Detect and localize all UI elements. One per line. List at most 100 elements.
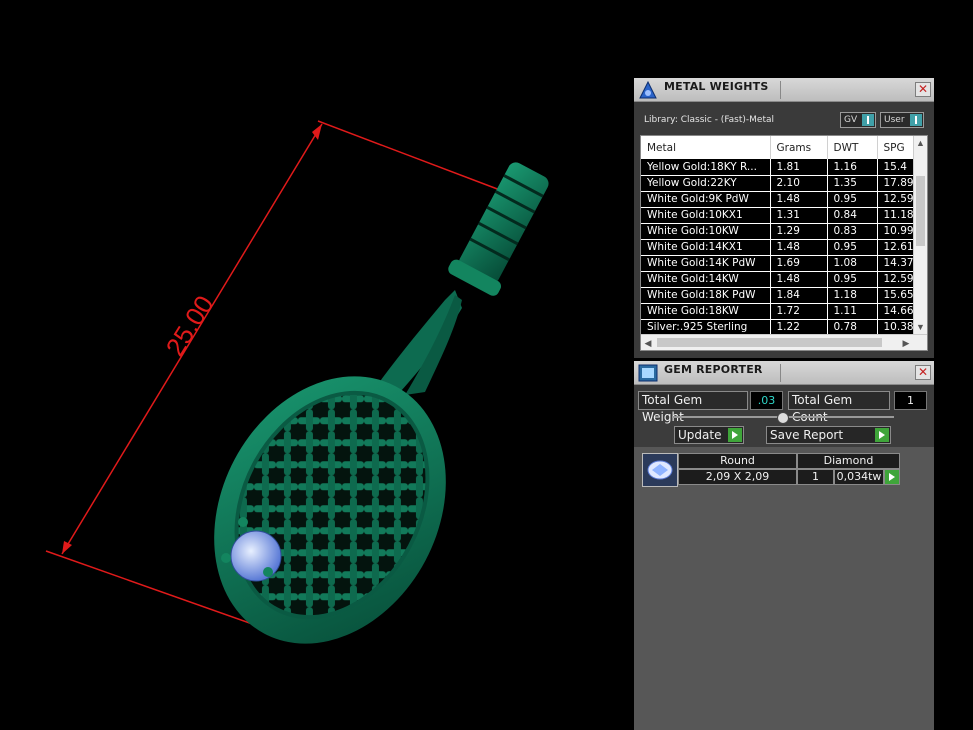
grams-cell: 1.69 (770, 255, 828, 272)
grams-cell: 1.22 (770, 319, 828, 336)
scroll-thumb[interactable] (657, 338, 882, 347)
dwt-cell: 1.18 (827, 287, 878, 304)
grams-cell: 1.48 (770, 191, 828, 208)
total-gem-weight-value: .03 (750, 391, 783, 410)
table-row[interactable]: White Gold:9K PdW 1.48 0.95 12.59 (641, 191, 916, 208)
grams-cell: 2.10 (770, 175, 828, 192)
dwt-cell: 0.78 (827, 319, 878, 336)
metal-name-cell: Yellow Gold:18KY R... (641, 159, 771, 176)
table-row[interactable]: Yellow Gold:18KY R... 1.81 1.16 15.4 (641, 159, 916, 176)
metal-name-cell: White Gold:14KW (641, 271, 771, 288)
metal-table[interactable]: Metal Grams DWT SPG Yellow Gold:18KY R..… (640, 135, 928, 351)
scroll-right-icon[interactable]: ▶ (899, 336, 913, 350)
grams-cell: 1.81 (770, 159, 828, 176)
metal-weights-titlebar[interactable]: METAL WEIGHTS ✕ (634, 78, 934, 102)
column-header-spg[interactable]: SPG (877, 136, 916, 159)
column-header-dwt[interactable]: DWT (827, 136, 878, 159)
library-label: Library: Classic - (Fast)-Metal (644, 115, 775, 125)
dwt-cell: 0.84 (827, 207, 878, 224)
dwt-cell: 0.83 (827, 223, 878, 240)
spg-cell: 12.59 (877, 191, 916, 208)
table-row[interactable]: Silver:.925 Sterling 1.22 0.78 10.38 (641, 319, 916, 336)
title-separator (780, 364, 781, 382)
gv-toggle-label: GV (844, 115, 858, 125)
slider-handle[interactable] (777, 412, 789, 424)
dwt-cell: 0.95 (827, 239, 878, 256)
table-row[interactable]: White Gold:14KW 1.48 0.95 12.59 (641, 271, 916, 288)
gem-reporter-titlebar[interactable]: GEM REPORTER ✕ (634, 361, 934, 385)
dimension-value: 25.00 (160, 290, 220, 361)
metal-weights-panel: METAL WEIGHTS ✕ Library: Classic - (Fast… (634, 78, 934, 358)
table-row[interactable]: Yellow Gold:22KY 2.10 1.35 17.89 (641, 175, 916, 192)
gem-material: Diamond (797, 453, 900, 469)
gem-reporter-panel: GEM REPORTER ✕ Total Gem Weight .03 Tota… (634, 361, 934, 730)
dwt-cell: 1.11 (827, 303, 878, 320)
table-row[interactable]: White Gold:18K PdW 1.84 1.18 15.65 (641, 287, 916, 304)
3d-viewport[interactable]: 25.00 (0, 0, 630, 730)
spg-cell: 10.99 (877, 223, 916, 240)
save-report-button[interactable]: Save Report (766, 426, 891, 444)
metal-name-cell: White Gold:18KW (641, 303, 771, 320)
gem-weight: 0,034tw (834, 469, 884, 485)
gem-detail-button[interactable] (884, 469, 900, 485)
play-icon (885, 470, 899, 484)
round-gem-icon (642, 453, 678, 487)
close-icon[interactable]: ✕ (915, 365, 931, 380)
scroll-thumb[interactable] (916, 176, 925, 246)
flask-icon (639, 80, 657, 99)
grams-cell: 1.29 (770, 223, 828, 240)
spg-cell: 11.18 (877, 207, 916, 224)
metal-name-cell: White Gold:14KX1 (641, 239, 771, 256)
dwt-cell: 0.95 (827, 191, 878, 208)
gem-shape: Round (678, 453, 797, 469)
column-header-metal[interactable]: Metal (641, 136, 771, 159)
spg-cell: 17.89 (877, 175, 916, 192)
metal-name-cell: White Gold:10KW (641, 223, 771, 240)
gem-count: 1 (797, 469, 834, 485)
metal-name-cell: Silver:.925 Sterling (641, 319, 771, 336)
horizontal-scrollbar[interactable]: ◀ ▶ (641, 334, 927, 350)
user-toggle[interactable]: User (880, 112, 924, 128)
spg-cell: 14.66 (877, 303, 916, 320)
grams-cell: 1.31 (770, 207, 828, 224)
toggle-knob (862, 114, 874, 126)
metal-name-cell: White Gold:14K PdW (641, 255, 771, 272)
metal-name-cell: White Gold:9K PdW (641, 191, 771, 208)
metal-weights-title: METAL WEIGHTS (664, 80, 769, 93)
title-separator (780, 81, 781, 99)
dwt-cell: 1.08 (827, 255, 878, 272)
gv-toggle[interactable]: GV (840, 112, 876, 128)
spg-cell: 12.61 (877, 239, 916, 256)
metal-name-cell: White Gold:10KX1 (641, 207, 771, 224)
dwt-cell: 0.95 (827, 271, 878, 288)
scroll-up-icon[interactable]: ▲ (914, 136, 927, 150)
table-row[interactable]: White Gold:10KX1 1.31 0.84 11.18 (641, 207, 916, 224)
scroll-down-icon[interactable]: ▼ (914, 320, 927, 334)
table-row[interactable]: White Gold:14KX1 1.48 0.95 12.61 (641, 239, 916, 256)
total-gem-count-label: Total Gem Count (788, 391, 890, 424)
table-row[interactable]: White Gold:14K PdW 1.69 1.08 14.37 (641, 255, 916, 272)
total-gem-weight-label: Total Gem Weight (638, 391, 748, 424)
metal-name-cell: Yellow Gold:22KY (641, 175, 771, 192)
vertical-scrollbar[interactable]: ▲ ▼ (913, 136, 927, 334)
gem-list-item[interactable]: Round Diamond 2,09 X 2,09 1 0,034tw (642, 453, 900, 487)
table-row[interactable]: White Gold:18KW 1.72 1.11 14.66 (641, 303, 916, 320)
spg-cell: 12.59 (877, 271, 916, 288)
close-icon[interactable]: ✕ (915, 82, 931, 97)
scroll-left-icon[interactable]: ◀ (641, 336, 655, 350)
update-button[interactable]: Update (674, 426, 744, 444)
spg-cell: 14.37 (877, 255, 916, 272)
gem-summary: Total Gem Weight .03 Total Gem Count 1 U… (634, 385, 934, 447)
gem-reporter-title: GEM REPORTER (664, 363, 763, 376)
column-header-grams[interactable]: Grams (770, 136, 828, 159)
update-button-label: Update (678, 428, 722, 442)
tennis-racket (214, 162, 549, 644)
user-toggle-label: User (884, 115, 905, 125)
table-row[interactable]: White Gold:10KW 1.29 0.83 10.99 (641, 223, 916, 240)
gem-size: 2,09 X 2,09 (678, 469, 797, 485)
gem-report-icon (638, 364, 658, 382)
spg-cell: 10.38 (877, 319, 916, 336)
grams-cell: 1.72 (770, 303, 828, 320)
grams-cell: 1.48 (770, 271, 828, 288)
toggle-knob (910, 114, 922, 126)
